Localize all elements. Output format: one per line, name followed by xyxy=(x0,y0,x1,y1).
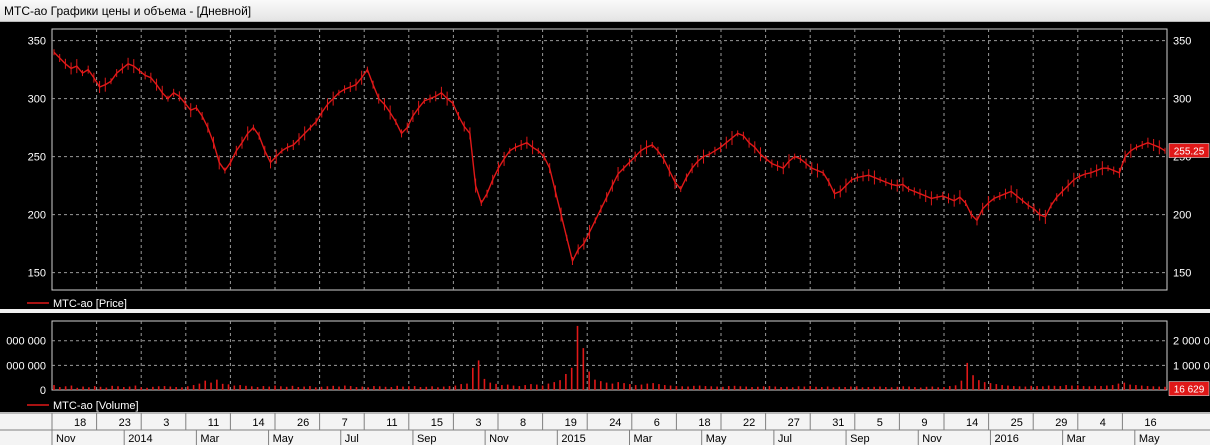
price-last-value-label: 255.25 xyxy=(1174,147,1205,158)
month-label: Mar xyxy=(1067,433,1086,445)
price-tick-label-left: 350 xyxy=(28,36,46,48)
date-axis-panel xyxy=(0,412,1210,445)
day-label: 25 xyxy=(1011,417,1023,429)
day-label: 3 xyxy=(163,417,169,429)
price-tick-label-left: 200 xyxy=(28,210,46,222)
window-title: МТС-ао Графики цены и объема - [Дневной] xyxy=(4,4,252,18)
price-tick-label-left: 150 xyxy=(28,268,46,280)
month-label: 2016 xyxy=(994,433,1018,445)
volume-tick-label-left: 000 000 xyxy=(6,336,46,348)
month-label: 2015 xyxy=(561,433,585,445)
day-label: 14 xyxy=(252,417,264,429)
price-tick-label-right: 150 xyxy=(1173,268,1191,280)
price-tick-label-left: 300 xyxy=(28,94,46,106)
month-label: Mar xyxy=(200,433,219,445)
day-label: 4 xyxy=(1100,417,1106,429)
month-label: 2014 xyxy=(128,433,152,445)
price-tick-label-right: 200 xyxy=(1173,210,1191,222)
month-label: Mar xyxy=(634,433,653,445)
price-legend-label: МТС-ао [Price] xyxy=(53,298,127,310)
volume-tick-label-left: 000 000 xyxy=(6,360,46,372)
day-label: 15 xyxy=(431,417,443,429)
volume-last-value-label: 16 629 xyxy=(1174,385,1205,396)
month-label: Jul xyxy=(778,433,792,445)
price-tick-label-right: 300 xyxy=(1173,94,1191,106)
volume-legend-label: МТС-ао [Volume] xyxy=(53,400,139,412)
month-label: Jul xyxy=(345,433,359,445)
day-label: 9 xyxy=(921,417,927,429)
volume-pane xyxy=(0,313,1210,412)
volume-tick-label-right: 2 000 000 xyxy=(1173,336,1210,348)
day-label: 27 xyxy=(788,417,800,429)
day-label: 11 xyxy=(386,417,397,429)
price-tick-label-right: 350 xyxy=(1173,36,1191,48)
month-label: Sep xyxy=(850,433,870,445)
day-label: 16 xyxy=(1144,417,1156,429)
day-label: 22 xyxy=(743,417,755,429)
day-label: 18 xyxy=(698,417,710,429)
day-label: 19 xyxy=(565,417,577,429)
month-label: Nov xyxy=(922,433,942,445)
month-label: Sep xyxy=(417,433,437,445)
day-label: 29 xyxy=(1055,417,1067,429)
day-label: 31 xyxy=(832,417,844,429)
day-label: 3 xyxy=(475,417,481,429)
day-label: 11 xyxy=(208,417,219,429)
volume-tick-label-right: 1 000 000 xyxy=(1173,360,1210,372)
day-label: 26 xyxy=(297,417,309,429)
month-label: May xyxy=(273,433,294,445)
day-label: 8 xyxy=(520,417,526,429)
day-label: 23 xyxy=(119,417,131,429)
day-label: 6 xyxy=(654,417,660,429)
price-pane xyxy=(0,22,1210,309)
month-label: May xyxy=(1139,433,1160,445)
month-label: Nov xyxy=(56,433,76,445)
day-label: 7 xyxy=(342,417,348,429)
price-tick-label-left: 250 xyxy=(28,152,46,164)
volume-tick-label-left: 0 xyxy=(40,385,46,397)
day-label: 18 xyxy=(74,417,86,429)
day-label: 24 xyxy=(609,417,621,429)
month-label: Nov xyxy=(489,433,509,445)
window-titlebar: МТС-ао Графики цены и объема - [Дневной] xyxy=(0,0,1210,22)
day-label: 14 xyxy=(966,417,978,429)
price-volume-chart[interactable]: 150150200200250250300300350350255.25МТС-… xyxy=(0,22,1210,445)
month-label: May xyxy=(706,433,727,445)
day-label: 5 xyxy=(877,417,883,429)
